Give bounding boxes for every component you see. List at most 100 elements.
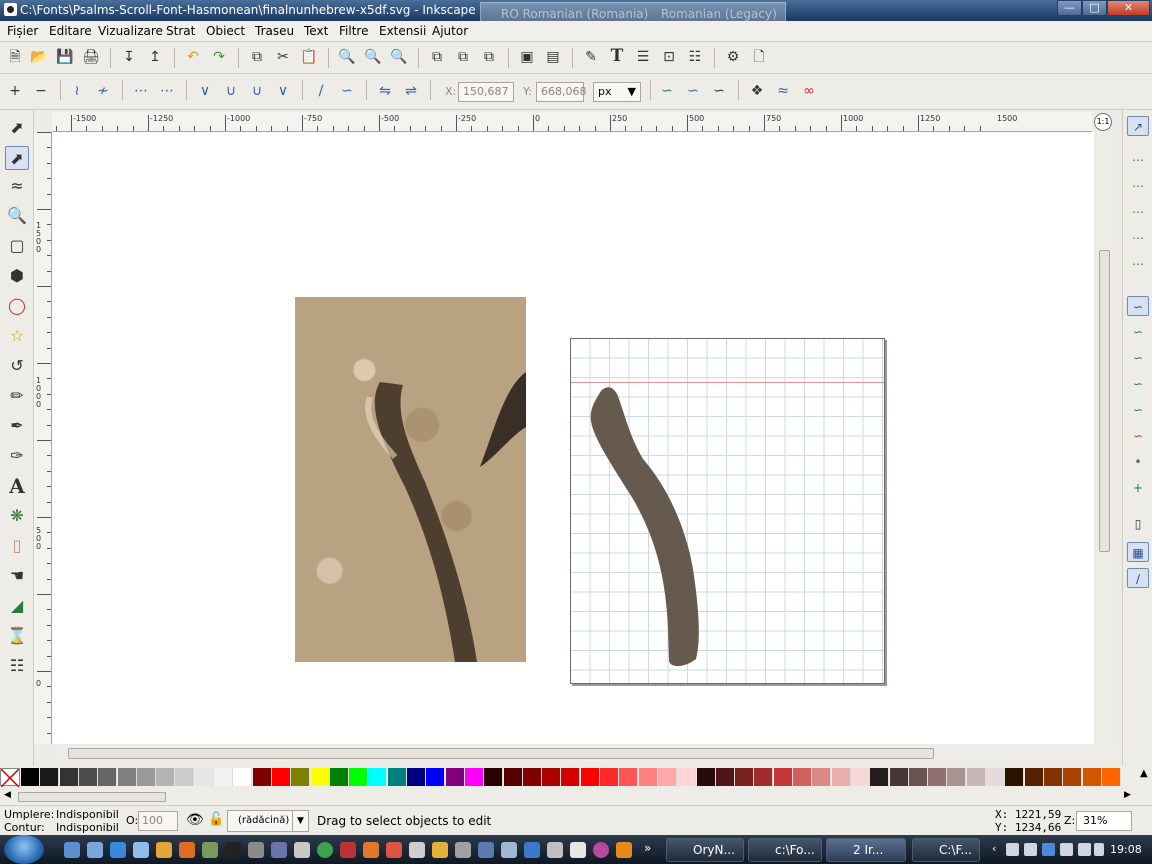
menu-edit[interactable]: Editare (49, 24, 92, 38)
vertical-scroll-thumb[interactable] (1099, 250, 1110, 552)
tray-icon-2[interactable] (1024, 843, 1037, 856)
quick-launch-icon-8[interactable] (432, 842, 448, 858)
color-swatch[interactable] (850, 768, 870, 786)
snap-bbox-center-icon[interactable]: ⋯ (1127, 254, 1149, 274)
volume-icon[interactable] (1078, 843, 1091, 856)
color-swatch[interactable] (426, 768, 446, 786)
color-swatch[interactable] (40, 768, 60, 786)
segment-line-icon[interactable]: ∕ (312, 82, 330, 100)
segment-curve-icon[interactable]: ∽ (338, 82, 356, 100)
align-distribute-icon[interactable]: ☷ (686, 48, 704, 66)
clock[interactable]: 19:08 (1110, 843, 1142, 856)
paint-bucket-tool-icon[interactable]: ☚ (5, 564, 29, 588)
palette-menu-icon[interactable]: ▲ (1140, 768, 1148, 779)
reference-image[interactable] (295, 297, 526, 662)
quick-launch-icon-6[interactable] (386, 842, 402, 858)
edit-clip-path-icon[interactable]: ∽ (684, 82, 702, 100)
fill-value[interactable]: Indisponibil (56, 808, 119, 821)
cut-icon[interactable]: ✂ (274, 48, 292, 66)
color-swatch[interactable] (561, 768, 581, 786)
color-swatch[interactable] (715, 768, 735, 786)
language-indicator[interactable]: RO Romanian (Romania) (501, 7, 648, 21)
pencil-tool-icon[interactable]: ✏ (5, 384, 29, 408)
opacity-field[interactable]: 100 (138, 811, 178, 831)
delete-node-icon[interactable]: − (32, 82, 50, 100)
menu-layer[interactable]: Strat (166, 24, 195, 38)
color-swatch[interactable] (387, 768, 407, 786)
color-swatch[interactable] (1082, 768, 1102, 786)
show-transform-handles-icon[interactable]: ❖ (748, 82, 766, 100)
snap-grid-icon[interactable]: ▦ (1127, 542, 1149, 562)
preferences-icon[interactable]: ⚙ (724, 48, 742, 66)
ungroup-icon[interactable]: ▤ (544, 48, 562, 66)
color-swatch[interactable] (1024, 768, 1044, 786)
color-swatch[interactable] (175, 768, 195, 786)
snap-page-border-icon[interactable]: ▯ (1127, 514, 1149, 534)
object-to-path-icon[interactable]: ⇋ (376, 82, 394, 100)
color-swatch[interactable] (1063, 768, 1083, 786)
color-swatch[interactable] (947, 768, 967, 786)
taskbar-button-4[interactable]: C:\F... (912, 838, 980, 862)
tray-expand-icon[interactable]: ‹ (992, 842, 996, 855)
tray-icon-3[interactable] (1042, 843, 1055, 856)
color-swatch[interactable] (21, 768, 40, 786)
join-nodes-icon[interactable]: ≀ (68, 82, 86, 100)
show-bezier-handles-icon[interactable]: ≈ (774, 82, 792, 100)
paste-icon[interactable]: 📋 (300, 48, 318, 66)
cusp-node-icon[interactable]: ∨ (196, 82, 214, 100)
color-swatch[interactable] (773, 768, 793, 786)
color-swatch[interactable] (831, 768, 851, 786)
fill-stroke-icon[interactable]: ✎ (582, 48, 600, 66)
gradient-tool-icon[interactable]: ◢ (5, 594, 29, 618)
color-swatch[interactable] (368, 768, 388, 786)
tray-icon-1[interactable] (1006, 843, 1019, 856)
zoom-page-icon[interactable]: 🔍 (390, 48, 408, 66)
color-swatch[interactable] (986, 768, 1005, 786)
unlink-clone-icon[interactable]: ⧉ (480, 48, 498, 66)
quick-launch-icon-4[interactable] (340, 842, 356, 858)
color-swatch[interactable] (735, 768, 755, 786)
spiral-tool-icon[interactable]: ↺ (5, 354, 29, 378)
scroll-left-icon[interactable]: ◀ (4, 790, 11, 800)
tweak-tool-icon[interactable]: ≈ (5, 174, 29, 198)
color-swatch[interactable] (1101, 768, 1121, 786)
menu-object[interactable]: Obiect (206, 24, 245, 38)
xml-editor-icon[interactable]: ⊡ (660, 48, 678, 66)
color-swatch[interactable] (156, 768, 176, 786)
color-swatch[interactable] (657, 768, 677, 786)
color-swatch[interactable] (889, 768, 909, 786)
inkscape-app-icon[interactable] (4, 3, 17, 16)
delete-segment-icon[interactable]: ⋯ (158, 82, 176, 100)
color-swatch[interactable] (407, 768, 426, 786)
snap-bbox-icon[interactable]: ⋯ (1127, 150, 1149, 170)
text-font-icon[interactable]: T (608, 47, 626, 65)
vlc-icon[interactable] (616, 842, 632, 858)
horizontal-scrollbar[interactable] (52, 744, 1122, 762)
spray-tool-icon[interactable]: ❋ (5, 504, 29, 528)
rectangle-tool-icon[interactable]: ▢ (5, 234, 29, 258)
color-swatch[interactable] (793, 768, 812, 786)
nun-glyph[interactable] (571, 339, 886, 685)
node-tool-icon[interactable]: ⬈ (5, 146, 29, 170)
redo-icon[interactable]: ↷ (210, 48, 228, 66)
more-icons-chevron-icon[interactable]: » (644, 841, 651, 855)
layer-lock-icon[interactable]: 🔓 (208, 812, 224, 827)
menu-help[interactable]: Ajutor (432, 24, 468, 38)
snap-bbox-midpoint-icon[interactable]: ⋯ (1127, 228, 1149, 248)
current-layer-select[interactable]: (rădăcină) ▼ (227, 810, 309, 832)
color-swatch[interactable] (214, 768, 233, 786)
insert-node-icon[interactable]: + (6, 82, 24, 100)
zoom-correction-icon[interactable]: 1:1 (1094, 113, 1112, 131)
join-segment-icon[interactable]: ⋯ (132, 82, 150, 100)
undo-icon[interactable]: ↶ (184, 48, 202, 66)
quick-launch-icon-15[interactable] (593, 842, 609, 858)
scroll-right-icon[interactable]: ▶ (1124, 790, 1131, 800)
no-paint-swatch[interactable] (0, 768, 20, 788)
quick-launch-icon-14[interactable] (570, 842, 586, 858)
zoom-selection-icon[interactable]: 🔍 (338, 48, 356, 66)
new-document-icon[interactable]: 🗎 (6, 48, 24, 66)
explorer-icon[interactable] (133, 842, 149, 858)
copy-icon[interactable]: ⧉ (248, 48, 266, 66)
color-swatch[interactable] (696, 768, 716, 786)
taskbar-button-2[interactable]: c:\Fo... (748, 838, 822, 862)
